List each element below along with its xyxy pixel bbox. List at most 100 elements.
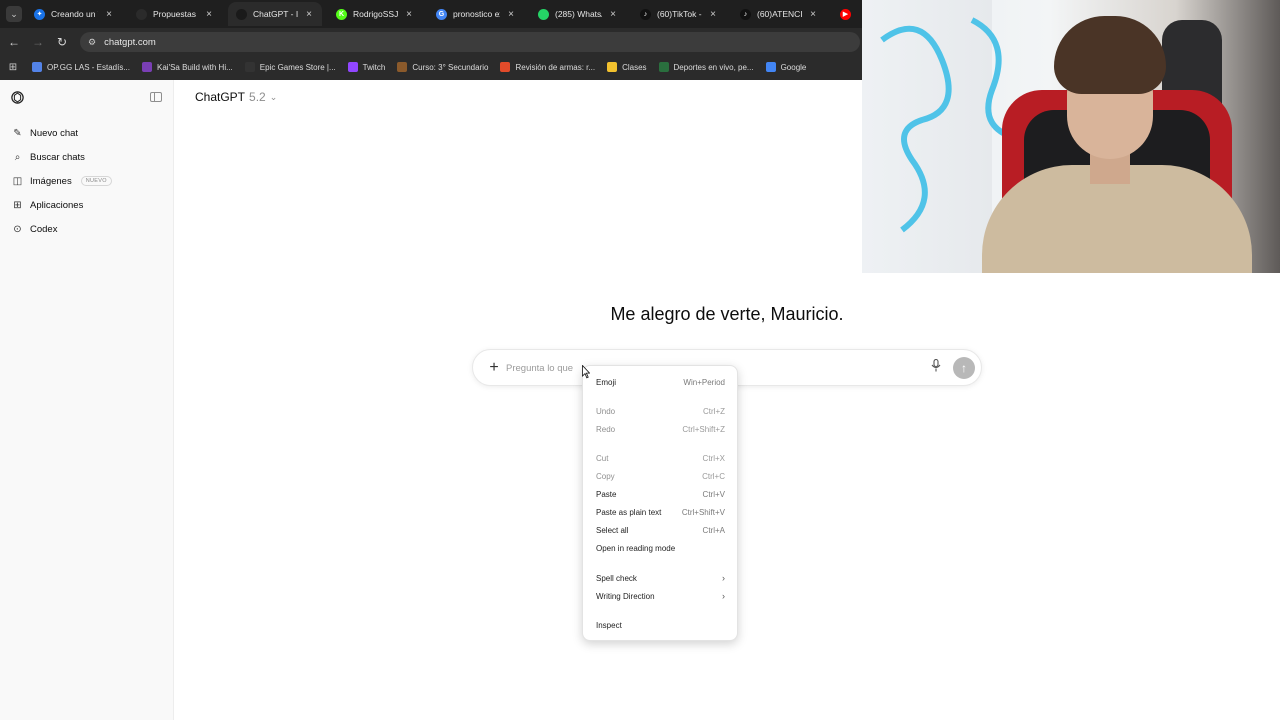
context-menu-item[interactable]: Select all Ctrl+A [583, 522, 739, 538]
apps-grid-icon[interactable]: ⊞ [0, 62, 26, 73]
menu-item-label: Redo [596, 424, 616, 434]
browser-tab[interactable]: ChatGPT - IMA × [228, 2, 322, 26]
add-attachment-button[interactable]: + [484, 358, 504, 378]
tab-favicon-icon: G [436, 8, 447, 20]
context-menu-item[interactable]: Open in reading mode [583, 540, 739, 556]
tab-close-icon[interactable]: × [204, 9, 214, 20]
bookmark-item[interactable]: OP.GG LAS - Estadís... [26, 62, 136, 72]
menu-item-label: Spell check [596, 573, 637, 583]
bookmark-item[interactable]: Revisión de armas: r... [494, 62, 601, 72]
menu-item-shortcut: Ctrl+A [702, 525, 725, 535]
browser-tab[interactable]: Propuestas de × [128, 2, 222, 26]
tab-favicon-icon [538, 8, 549, 20]
context-menu-item[interactable]: Writing Direction › [583, 588, 739, 604]
bookmark-item[interactable]: Twitch [342, 62, 392, 72]
sidebar-item-label: Nuevo chat [30, 127, 79, 139]
sidebar-item-label: Aplicaciones [30, 199, 84, 211]
tab-label: Propuestas de [153, 9, 198, 19]
microphone-icon[interactable] [928, 358, 944, 377]
bookmark-favicon-icon [32, 62, 42, 72]
send-button[interactable]: ↑ [953, 357, 975, 379]
webcam-overlay [862, 0, 1280, 273]
bookmark-item[interactable]: Epic Games Store |... [239, 62, 342, 72]
tab-search-button[interactable]: ⌄ [6, 6, 22, 22]
tab-label: Creando un Vi [51, 9, 98, 19]
site-info-icon[interactable]: ⚙ [88, 37, 96, 48]
chevron-right-icon: › [722, 573, 725, 583]
browser-tab[interactable]: ♪ (60)ATENCIÓN × [732, 2, 826, 26]
context-menu-item: Copy Ctrl+C [583, 468, 739, 484]
reload-button[interactable]: ↻ [54, 34, 70, 50]
browser-tab[interactable]: ▶(6 [832, 2, 862, 26]
browser-tab[interactable]: ♪ (60)TikTok - M × [632, 2, 726, 26]
tab-strip: ⌄ ✦Creando un Vi×Propuestas de×ChatGPT -… [0, 0, 862, 28]
sidebar-item-label: Buscar chats [30, 151, 85, 163]
tab-close-icon[interactable]: × [708, 9, 718, 20]
model-version: 5.2 [249, 90, 266, 104]
bookmark-item[interactable]: Curso: 3° Secundario [391, 62, 494, 72]
sidebar-item[interactable]: ✎ Nuevo chat [8, 122, 166, 144]
context-menu-item[interactable]: Paste as plain text Ctrl+Shift+V [583, 504, 739, 520]
menu-item-label: Open in reading mode [596, 543, 676, 553]
browser-tab[interactable]: K RodrigoSSJ2 Sh × [328, 2, 422, 26]
image-icon: ◫ [12, 175, 23, 187]
forward-button[interactable]: → [30, 34, 46, 50]
openai-logo-icon[interactable] [10, 90, 25, 105]
bookmark-item[interactable]: Google [760, 62, 813, 72]
context-menu-item[interactable]: Paste Ctrl+V [583, 486, 739, 502]
context-menu-item: Redo Ctrl+Shift+Z [583, 421, 739, 437]
bookmark-favicon-icon [765, 62, 776, 72]
bookmark-label: Twitch [362, 62, 386, 72]
menu-item-label: Copy [596, 471, 615, 481]
greeting-heading: Me alegro de verte, Mauricio. [610, 304, 844, 324]
browser-tab[interactable]: (285) WhatsAp × [530, 2, 626, 26]
bookmark-favicon-icon [607, 62, 618, 72]
tab-label: pronostico ext [453, 9, 500, 19]
model-name: ChatGPT [195, 90, 246, 104]
bookmark-label: Clases [622, 62, 647, 72]
bookmark-item[interactable]: Clases [601, 62, 652, 72]
tab-label: RodrigoSSJ2 Sh [353, 9, 398, 19]
sidebar-item-label: Imágenes [30, 175, 72, 187]
tab-close-icon[interactable]: × [104, 9, 114, 20]
apps-icon: ⊞ [13, 199, 22, 211]
bookmark-favicon-icon [142, 62, 152, 72]
menu-item-label: Paste [596, 489, 617, 499]
tab-close-icon[interactable]: × [506, 9, 516, 20]
menu-item-shortcut: Ctrl+Shift+Z [682, 424, 725, 434]
tab-close-icon[interactable]: × [304, 9, 314, 20]
menu-item-label: Paste as plain text [596, 507, 662, 517]
menu-item-label: Emoji [596, 377, 617, 387]
tab-close-icon[interactable]: × [404, 9, 414, 20]
address-url: chatgpt.com [104, 36, 156, 48]
context-menu-item[interactable]: Emoji Win+Period [583, 374, 739, 390]
back-button[interactable]: ← [6, 34, 22, 50]
bookmark-favicon-icon [500, 62, 511, 72]
sidebar-item-label: Codex [30, 223, 58, 235]
model-picker[interactable]: ChatGPT 5.2 ⌄ [195, 90, 277, 104]
browser-tab[interactable]: ✦ Creando un Vi × [26, 2, 122, 26]
context-menu-item[interactable]: Inspect [583, 617, 739, 633]
sidebar-item[interactable]: ⊞ Aplicaciones [8, 194, 166, 216]
menu-item-shortcut: Ctrl+C [702, 471, 725, 481]
tab-favicon-icon: ✦ [34, 8, 45, 20]
tab-favicon-icon [236, 8, 247, 20]
sidebar-item[interactable]: ◫ Imágenes NUEVO [8, 170, 166, 192]
sidebar-item[interactable]: ⌕ Buscar chats [8, 146, 166, 168]
tab-label: (60)ATENCIÓN [757, 9, 802, 19]
browser-tab[interactable]: Gpronostico ext × [428, 2, 524, 26]
context-menu-item[interactable]: Spell check › [583, 570, 739, 586]
tab-close-icon[interactable]: × [608, 9, 618, 20]
context-menu: Emoji Win+Period Undo Ctrl+Z Redo Ctrl+Shift+… [582, 365, 738, 641]
tab-favicon-icon: ♪ [740, 8, 751, 20]
tab-close-icon[interactable]: × [808, 9, 818, 20]
bookmark-item[interactable]: Deportes en vivo, pe... [653, 62, 760, 72]
sidebar-item[interactable]: ⊙ Codex [8, 218, 166, 240]
bookmark-favicon-icon [244, 62, 255, 72]
address-bar[interactable]: ⚙ chatgpt.com [80, 32, 860, 52]
bookmark-item[interactable]: Kai'Sa Build with Hi... [136, 62, 239, 72]
bookmark-favicon-icon [397, 62, 408, 72]
new-chat-icon: ✎ [13, 127, 22, 139]
sidebar-toggle-icon[interactable] [150, 92, 162, 102]
bookmark-label: Curso: 3° Secundario [412, 62, 489, 72]
